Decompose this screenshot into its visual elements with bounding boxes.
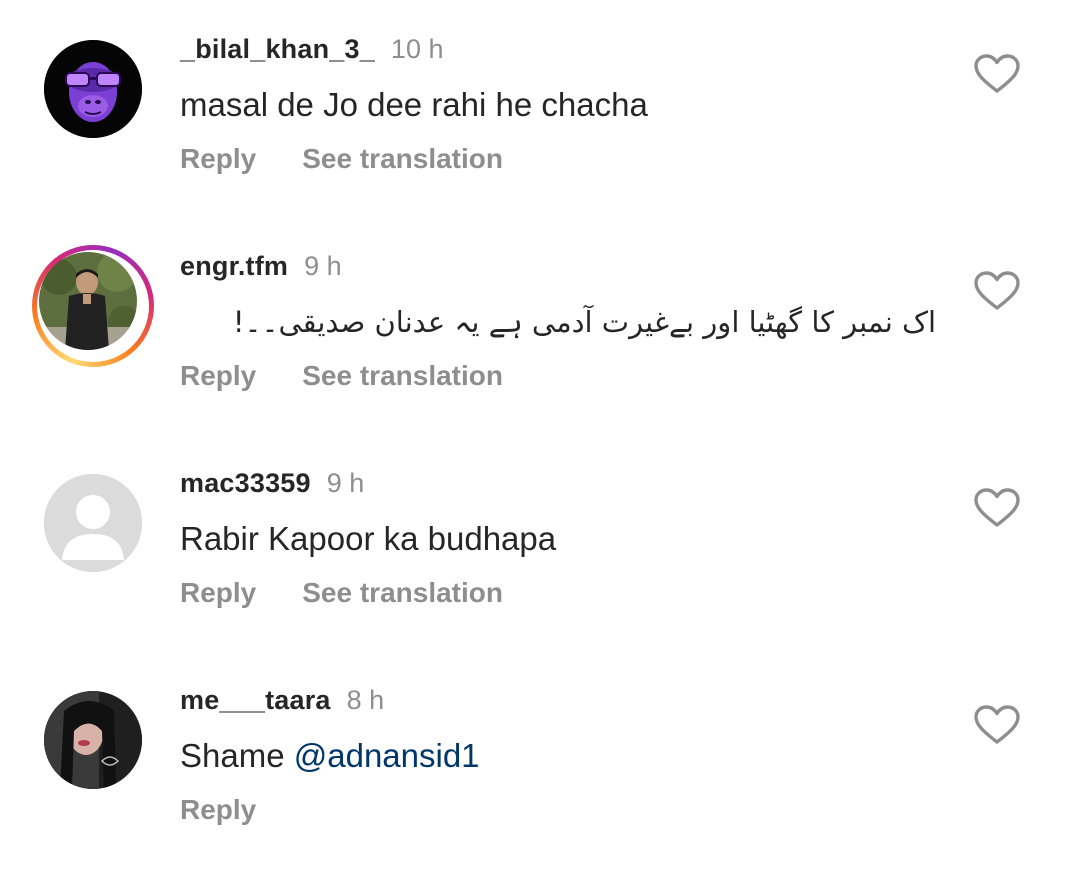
comment-item: _bilal_khan_3_ 10 h masal de Jo dee rahi… — [0, 0, 1080, 200]
avatar[interactable] — [44, 40, 142, 138]
heart-outline-icon[interactable] — [974, 54, 1020, 94]
profile-photo-image — [39, 252, 137, 350]
profile-photo-image — [44, 691, 142, 789]
comment-text: Rabir Kapoor ka budhapa — [180, 520, 557, 557]
mention-link[interactable]: @adnansid1 — [294, 737, 480, 774]
avatar[interactable] — [44, 691, 142, 789]
gorilla-avatar-image — [44, 40, 142, 138]
comment-item: engr.tfm 9 h اک نمبر کا گھٹیا اور بےغیرت… — [0, 217, 1080, 417]
comment-username[interactable]: engr.tfm — [180, 251, 288, 282]
comment-timestamp: 9 h — [326, 468, 365, 498]
comment-timestamp: 8 h — [346, 685, 385, 715]
heart-outline-icon[interactable] — [974, 488, 1020, 528]
comment-timestamp: 10 h — [390, 34, 444, 64]
heart-outline-icon[interactable] — [974, 705, 1020, 745]
comment-username[interactable]: mac33359 — [180, 468, 311, 499]
heart-outline-icon[interactable] — [974, 271, 1020, 311]
reply-button[interactable]: Reply — [180, 360, 256, 392]
avatar[interactable] — [39, 252, 137, 350]
comment-text: Shame @adnansid1 — [180, 737, 480, 775]
comment-item: me___taara 8 h Shame @adnansid1 Reply — [0, 651, 1080, 851]
story-ring[interactable] — [32, 245, 154, 367]
comment-text: اک نمبر کا گھٹیا اور بےغیرت آدمی ہے یہ ع… — [232, 305, 936, 339]
default-user-icon — [44, 474, 142, 572]
see-translation-button[interactable]: See translation — [302, 577, 503, 609]
comment-text-prefix: Shame — [180, 737, 294, 774]
comment-text: masal de Jo dee rahi he chacha — [180, 86, 648, 123]
see-translation-button[interactable]: See translation — [302, 360, 503, 392]
comment-username[interactable]: me___taara — [180, 685, 331, 716]
reply-button[interactable]: Reply — [180, 577, 256, 609]
comment-item: mac33359 9 h Rabir Kapoor ka budhapa Rep… — [0, 434, 1080, 634]
comment-username[interactable]: _bilal_khan_3_ — [180, 34, 375, 65]
reply-button[interactable]: Reply — [180, 143, 256, 175]
comment-timestamp: 9 h — [304, 251, 342, 281]
avatar[interactable] — [44, 474, 142, 572]
see-translation-button[interactable]: See translation — [302, 143, 503, 175]
reply-button[interactable]: Reply — [180, 794, 256, 826]
